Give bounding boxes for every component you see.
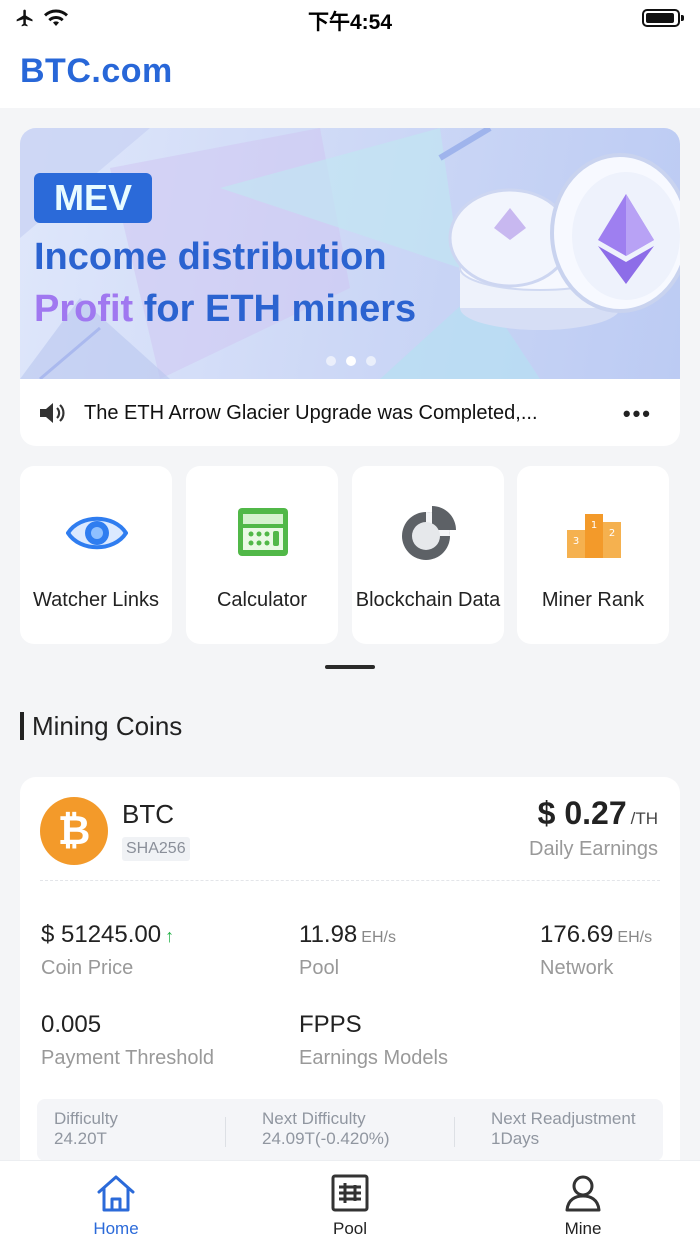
podium-icon: 1 3 2 [567,514,621,558]
divider [40,880,660,881]
status-time: 下午4:54 [307,11,393,34]
pool-hashrate-value: 11.98 [299,921,358,948]
home-icon [97,1175,135,1212]
tab-home[interactable]: Home [56,1173,176,1239]
app-header: BTC.com [0,36,700,108]
next-difficulty: Next Difficulty 24.09T(-0.420%) [262,1109,390,1149]
difficulty-value: 24.20T [54,1129,107,1148]
status-bar: 下午4:54 [0,0,700,36]
next-readjustment-label: Next Readjustment [491,1109,636,1128]
difficulty-label: Difficulty [54,1109,118,1128]
carousel-dot-active[interactable] [346,356,356,366]
tool-calculator[interactable]: Calculator [186,466,338,644]
tools-page-indicator [325,665,375,669]
svg-text:2: 2 [609,528,615,539]
banner-subheadline-text: for ETH miners [133,288,417,330]
banner-headline: Income distribution [34,236,387,278]
difficulty-panel: Difficulty 24.20T Next Difficulty 24.09T… [37,1099,663,1161]
tool-label: Calculator [216,589,308,611]
difficulty: Difficulty 24.20T [54,1109,118,1149]
trend-up-icon: ↑ [165,926,175,946]
bottom-tab-bar: Home Pool Mine [0,1160,700,1244]
speaker-icon [40,403,65,423]
tab-mine[interactable]: Mine [523,1173,643,1239]
calculator-icon [238,508,288,556]
daily-earnings: $ 0.27/TH Daily Earnings [529,795,658,861]
section-bar [20,712,24,740]
next-readjustment-value: 1Days [491,1129,540,1148]
tab-mine-label: Mine [564,1219,602,1238]
notice-bar[interactable]: The ETH Arrow Glacier Upgrade was Comple… [20,379,680,446]
stat-earnings-model: FPPS Earnings Models [299,1011,448,1070]
eye-icon [66,516,128,550]
daily-earnings-value: $ 0.27 [537,795,627,831]
divider [225,1117,226,1147]
coin-price-label: Coin Price [41,957,134,979]
app-logo[interactable]: BTC.com [20,52,173,91]
daily-earnings-unit: /TH [630,809,658,828]
user-icon [565,1175,601,1212]
stat-payment-threshold: 0.005 Payment Threshold [41,1011,214,1070]
eth-coins-illustration [448,153,680,330]
pool-hashrate-unit: EH/s [361,929,396,946]
stat-pool: 11.98 EH/s Pool [299,921,396,980]
algo-badge: SHA256 [122,837,190,861]
carousel-dot[interactable] [326,356,336,366]
next-difficulty-value: 24.09T(-0.420%) [262,1129,390,1148]
coin-name: BTC [122,799,174,829]
next-difficulty-label: Next Difficulty [262,1109,366,1128]
mev-badge: MEV [34,173,152,223]
carousel-dot[interactable] [366,356,376,366]
more-icon[interactable]: ••• [623,401,652,427]
next-readjustment: Next Readjustment 1Days [491,1109,636,1149]
tool-watcher-links[interactable]: Watcher Links [20,466,172,644]
tool-blockchain-data[interactable]: Blockchain Data [352,466,504,644]
stat-network: 176.69 EH/s Network [540,921,652,980]
payment-threshold-value: 0.005 [41,1011,102,1038]
promo-banner[interactable]: MEV Income distribution Profit for ETH m… [20,128,680,379]
stat-coin-price: $ 51245.00 ↑ Coin Price [41,921,174,980]
network-label: Network [540,957,614,979]
tool-label: Miner Rank [541,589,645,611]
daily-earnings-label: Daily Earnings [529,838,658,860]
notice-text[interactable]: The ETH Arrow Glacier Upgrade was Comple… [84,402,538,425]
divider [454,1117,455,1147]
svg-text:3: 3 [573,536,579,547]
svg-text:1: 1 [591,520,597,531]
tab-pool[interactable]: Pool [290,1173,410,1239]
banner-card: MEV Income distribution Profit for ETH m… [20,128,680,446]
payment-threshold-label: Payment Threshold [41,1047,215,1069]
banner-subheadline: Profit for ETH miners [34,288,416,331]
earnings-model-value: FPPS [299,1011,362,1038]
section-title: Mining Coins [20,710,182,742]
tool-label: Blockchain Data [355,589,501,611]
earnings-model-label: Earnings Models [299,1047,448,1069]
banner-highlight: Profit [34,288,134,330]
section-title-text: Mining Coins [32,710,183,741]
coin-price-value: $ 51245.00 [41,921,162,948]
btc-logo-icon: ₿ [40,797,108,865]
carousel-dots [326,356,376,366]
network-hashrate-value: 176.69 [540,921,614,948]
network-hashrate-unit: EH/s [617,929,653,946]
tool-miner-rank[interactable]: 1 3 2 Miner Rank [517,466,669,644]
tool-label: Watcher Links [33,589,159,611]
battery-icon [642,9,684,27]
pool-icon [331,1174,369,1212]
coin-card-btc[interactable]: ₿ BTC SHA256 $ 0.27/TH Daily Earnings $ … [20,777,680,1197]
pool-label: Pool [299,957,340,979]
tab-pool-label: Pool [332,1219,368,1238]
pie-chart-icon [402,506,456,560]
tab-home-label: Home [93,1219,139,1238]
